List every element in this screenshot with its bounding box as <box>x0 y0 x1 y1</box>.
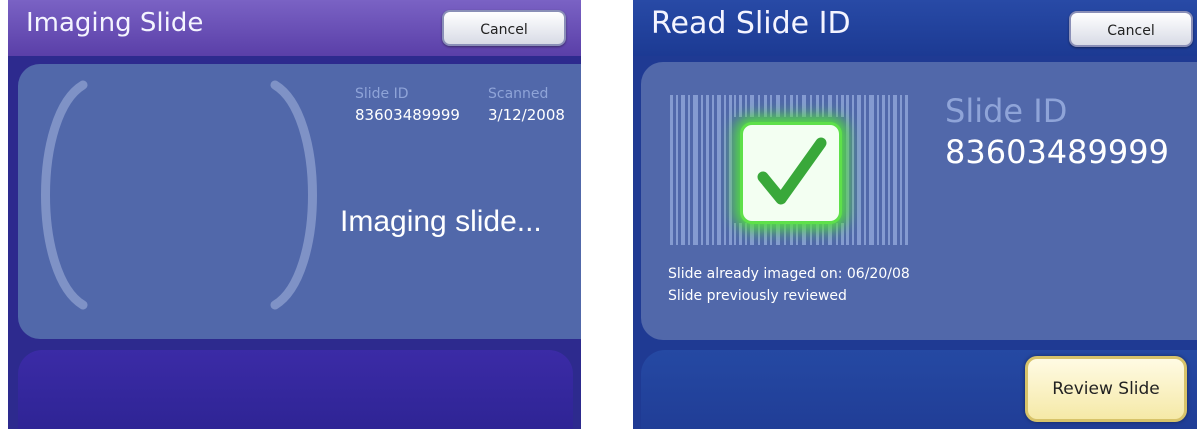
scanned-value: 3/12/2008 <box>488 106 565 124</box>
title-bar: Imaging Slide Cancel <box>8 0 581 56</box>
slide-id-value: 83603489999 <box>355 106 460 124</box>
slide-right-bracket <box>270 80 317 310</box>
imaging-status-text: Imaging slide... <box>340 205 542 238</box>
action-panel <box>18 350 573 429</box>
page-title: Read Slide ID <box>651 6 851 41</box>
scanned-label: Scanned <box>488 86 549 102</box>
page-title: Imaging Slide <box>26 8 204 38</box>
slide-id-label: Slide ID <box>355 86 409 102</box>
checkmark-icon <box>757 137 827 205</box>
imaged-on-status: Slide already imaged on: 06/20/08 <box>668 266 910 282</box>
read-success-indicator <box>740 122 842 224</box>
slide-left-bracket <box>41 80 88 310</box>
title-bar: Read Slide ID Cancel <box>633 0 1197 56</box>
cancel-button[interactable]: Cancel <box>1069 11 1193 47</box>
slide-id-label: Slide ID <box>945 92 1068 130</box>
reviewed-status: Slide previously reviewed <box>668 288 847 304</box>
slide-id-value: 83603489999 <box>945 133 1169 171</box>
cancel-button[interactable]: Cancel <box>442 10 566 46</box>
review-slide-button[interactable]: Review Slide <box>1025 356 1187 422</box>
